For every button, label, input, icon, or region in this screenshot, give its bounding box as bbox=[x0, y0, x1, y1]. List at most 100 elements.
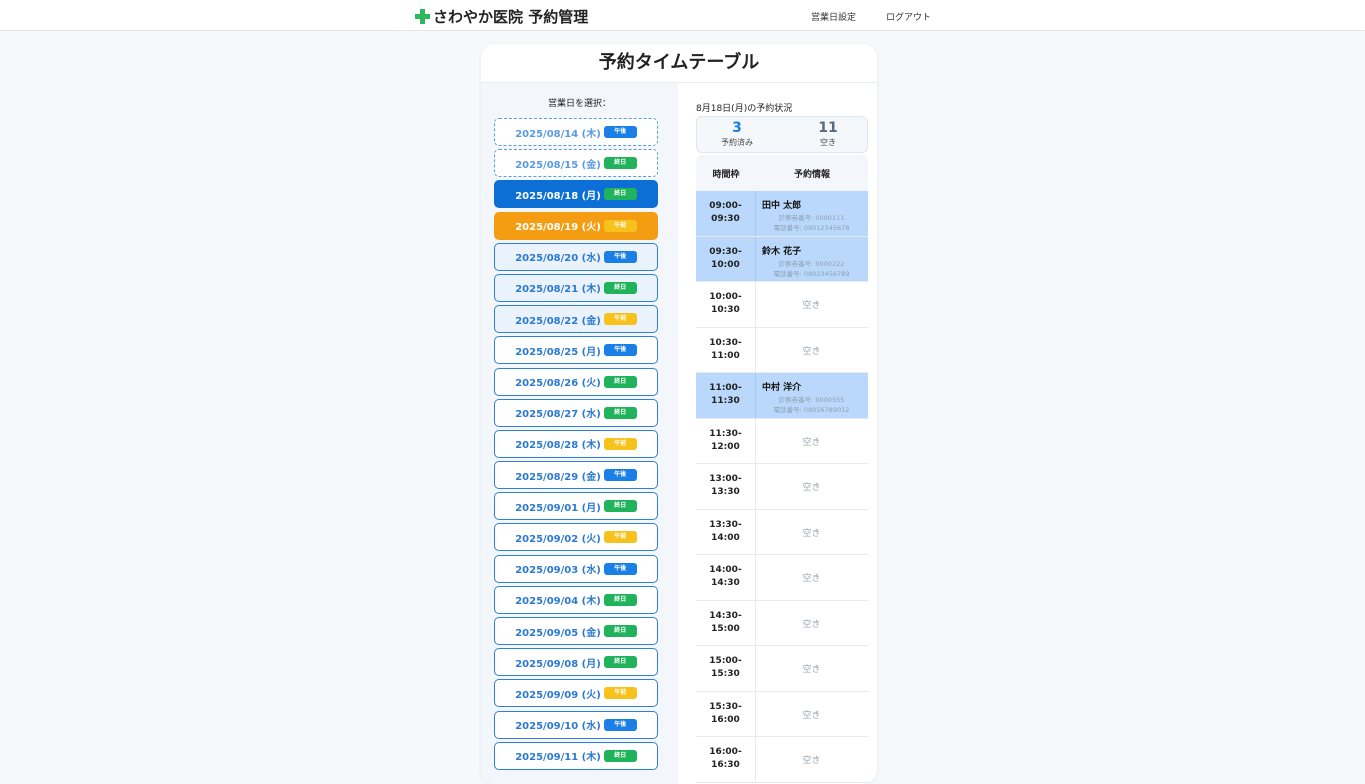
empty-slot-row[interactable]: 16:00- 16:30 空き bbox=[696, 737, 868, 783]
slot-info: 空き bbox=[756, 464, 868, 509]
date-button[interactable]: 2025/09/03 (水) 午後 bbox=[494, 554, 658, 583]
patient-name: 田中 太郎 bbox=[762, 201, 802, 211]
slot-info: 空き bbox=[756, 555, 868, 600]
timetable-body: 09:00- 09:30 田中 太郎 診察券番号: 0000111 電話番号: 0901… bbox=[696, 191, 868, 783]
empty-slot-row[interactable]: 13:00- 13:30 空き bbox=[696, 464, 868, 510]
empty-slot-row[interactable]: 15:00- 15:30 空き bbox=[696, 646, 868, 692]
date-button[interactable]: 2025/08/28 (木) 午前 bbox=[494, 429, 658, 458]
date-button[interactable]: 2025/09/11 (木) 終日 bbox=[494, 741, 658, 770]
app-logo[interactable]: さわやか医院 予約管理 bbox=[415, 6, 588, 27]
empty-slot-row[interactable]: 10:30- 11:00 空き bbox=[696, 327, 868, 373]
slot-time: 15:30- 16:00 bbox=[696, 691, 756, 736]
slot-info: 空き bbox=[756, 328, 868, 373]
timetable: 時間枠 予約情報 09:00- 09:30 田中 太郎 診察券番号: 0000111 電… bbox=[696, 155, 868, 783]
slot-time-text: 09:00- 09:30 bbox=[709, 200, 741, 226]
col-header-time: 時間枠 bbox=[712, 169, 740, 180]
slot-start-time: 10:30- bbox=[709, 337, 742, 348]
booked-slot-row[interactable]: 09:30- 10:00 鈴木 花子 診察券番号: 0000222 電話番号: 0802… bbox=[696, 236, 868, 282]
date-label: 2025/08/15 (金) bbox=[515, 159, 601, 171]
slot-time: 09:00- 09:30 bbox=[696, 191, 756, 236]
slot-time-text: 15:30- 16:00 bbox=[709, 701, 741, 727]
slot-time-text: 10:00- 10:30 bbox=[709, 291, 741, 317]
patient-name: 中村 洋介 bbox=[762, 383, 802, 393]
date-label: 2025/09/05 (金) bbox=[515, 627, 601, 639]
date-button[interactable]: 2025/08/21 (木) 終日 bbox=[494, 273, 658, 302]
empty-slot-row[interactable]: 11:30- 12:00 空き bbox=[696, 418, 868, 464]
slot-start-time: 11:00- bbox=[709, 383, 742, 394]
empty-slot-row[interactable]: 13:30- 14:00 空き bbox=[696, 509, 868, 555]
nav-logout[interactable]: ログアウト bbox=[886, 10, 931, 23]
date-selector-panel: 営業日を選択： 2025/08/14 (木) 午後 2025/08/15 (金) 終日… bbox=[481, 83, 678, 784]
date-button[interactable]: 2025/08/18 (月) 終日 bbox=[494, 180, 658, 209]
free-summary: 11 空き bbox=[788, 120, 868, 148]
date-button[interactable]: 2025/08/19 (火) 午前 bbox=[494, 211, 658, 240]
empty-slot-label: 空き bbox=[802, 665, 821, 675]
slot-end-time: 11:00 bbox=[711, 350, 740, 361]
slot-time-text: 11:00- 11:30 bbox=[709, 382, 741, 408]
date-button[interactable]: 2025/09/10 (水) 午後 bbox=[494, 710, 658, 739]
top-navbar: さわやか医院 予約管理 営業日設定 ログアウト bbox=[0, 0, 1365, 31]
date-label: 2025/09/02 (火) bbox=[515, 533, 601, 545]
empty-slot-label: 空き bbox=[802, 301, 821, 311]
empty-slot-row[interactable]: 14:00- 14:30 空き bbox=[696, 555, 868, 601]
date-button[interactable]: 2025/08/27 (水) 終日 bbox=[494, 398, 658, 427]
empty-slot-row[interactable]: 14:30- 15:00 空き bbox=[696, 600, 868, 646]
slot-end-time: 15:30 bbox=[711, 669, 740, 680]
booked-slot-row[interactable]: 09:00- 09:30 田中 太郎 診察券番号: 0000111 電話番号: 0901… bbox=[696, 191, 868, 237]
date-button[interactable]: 2025/09/01 (月) 終日 bbox=[494, 492, 658, 521]
date-button[interactable]: 2025/09/02 (火) 午前 bbox=[494, 523, 658, 552]
slot-start-time: 11:30- bbox=[709, 428, 742, 439]
business-hours-badge: 終日 bbox=[603, 656, 637, 669]
business-hours-badge: 終日 bbox=[603, 375, 637, 388]
date-button[interactable]: 2025/09/04 (木) 終日 bbox=[494, 585, 658, 614]
date-button[interactable]: 2025/09/05 (金) 終日 bbox=[494, 617, 658, 645]
business-hours-badge: 午後 bbox=[603, 250, 637, 263]
slot-end-time: 15:00 bbox=[711, 623, 740, 634]
slot-time-text: 13:00- 13:30 bbox=[709, 473, 741, 499]
date-button[interactable]: 2025/08/15 (金) 終日 bbox=[494, 149, 658, 178]
slot-info: 鈴木 花子 診察券番号: 0000222 電話番号: 08023456789 bbox=[756, 237, 868, 282]
business-hours-badge: 午前 bbox=[603, 437, 637, 450]
date-button[interactable]: 2025/08/29 (金) 午後 bbox=[494, 461, 658, 490]
slot-end-time: 12:00 bbox=[711, 441, 740, 452]
nav-business-days[interactable]: 営業日設定 bbox=[811, 10, 856, 23]
timetable-card: 予約タイムテーブル 営業日を選択： 2025/08/14 (木) 午後 2025/0… bbox=[481, 44, 877, 784]
slot-info: 空き bbox=[756, 419, 868, 464]
slot-time-text: 13:30- 14:00 bbox=[709, 519, 741, 545]
slot-time-text: 15:00- 15:30 bbox=[709, 655, 741, 681]
empty-slot-label: 空き bbox=[802, 528, 821, 539]
empty-slot-label: 空き bbox=[802, 756, 821, 766]
booked-slot-row[interactable]: 11:00- 11:30 中村 洋介 診察券番号: 0000555 電話番号: 0805… bbox=[696, 373, 868, 419]
free-count: 11 bbox=[818, 120, 838, 136]
date-button[interactable]: 2025/08/20 (水) 午後 bbox=[494, 242, 658, 271]
date-button[interactable]: 2025/08/26 (火) 終日 bbox=[494, 367, 658, 396]
date-button[interactable]: 2025/09/08 (月) 終日 bbox=[494, 648, 658, 677]
date-button[interactable]: 2025/09/09 (火) 午前 bbox=[494, 679, 658, 708]
date-button[interactable]: 2025/08/14 (木) 午後 bbox=[494, 118, 658, 146]
business-hours-badge: 午後 bbox=[603, 469, 637, 482]
empty-slot-row[interactable]: 15:30- 16:00 空き bbox=[696, 691, 868, 737]
date-label: 2025/09/03 (水) bbox=[515, 565, 601, 577]
slot-end-time: 10:00 bbox=[711, 259, 740, 270]
slot-info: 空き bbox=[756, 737, 868, 782]
slot-time: 09:30- 10:00 bbox=[696, 236, 756, 281]
date-label: 2025/09/09 (火) bbox=[515, 689, 601, 701]
date-label: 2025/08/20 (水) bbox=[515, 253, 601, 265]
empty-slot-row[interactable]: 10:00- 10:30 空き bbox=[696, 282, 868, 328]
date-button[interactable]: 2025/08/22 (金) 午前 bbox=[494, 305, 658, 334]
slot-time-text: 14:00- 14:30 bbox=[709, 564, 741, 590]
date-label: 2025/08/29 (金) bbox=[515, 471, 601, 483]
slot-info: 空き bbox=[756, 646, 868, 691]
date-label: 2025/08/19 (火) bbox=[515, 222, 601, 234]
patient-phone: 電話番号: 08056789012 bbox=[773, 406, 850, 414]
date-button[interactable]: 2025/08/25 (月) 午後 bbox=[494, 336, 658, 365]
slot-time-text: 10:30- 11:00 bbox=[709, 337, 741, 363]
slot-end-time: 16:00 bbox=[711, 714, 740, 725]
empty-slot-label: 空き bbox=[802, 437, 821, 448]
patient-number: 診察券番号: 0000222 bbox=[778, 259, 845, 268]
empty-slot-label: 空き bbox=[802, 346, 821, 357]
patient-number: 診察券番号: 0000111 bbox=[778, 214, 845, 222]
slot-info: 空き bbox=[756, 692, 868, 737]
slot-start-time: 09:00- bbox=[709, 201, 742, 212]
empty-slot-label: 空き bbox=[802, 710, 821, 721]
